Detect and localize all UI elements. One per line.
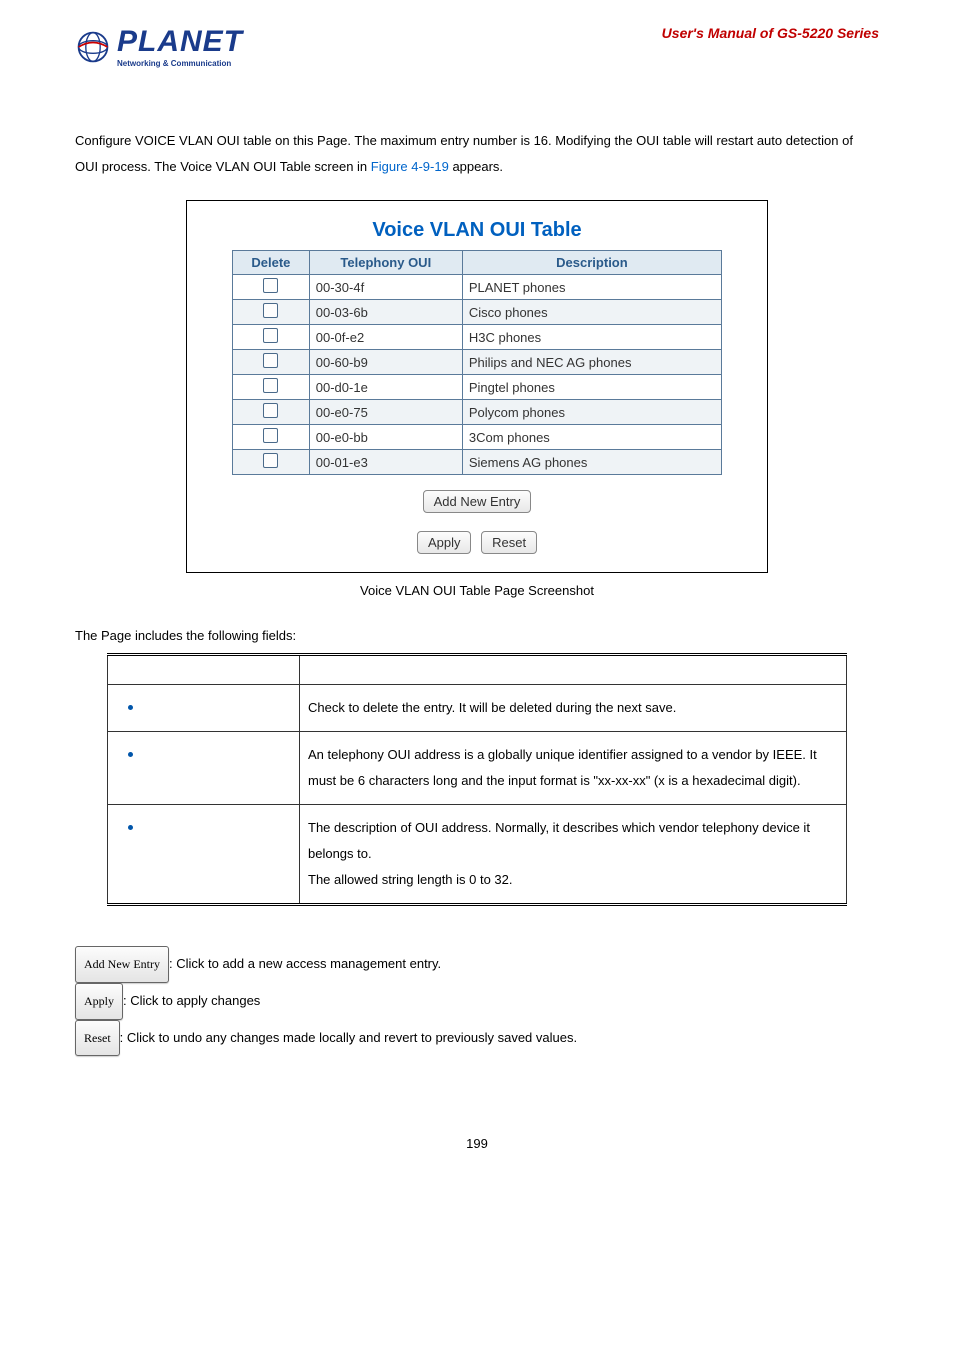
fields-intro: The Page includes the following fields: — [75, 628, 879, 643]
oui-cell: 00-e0-bb — [309, 425, 462, 450]
oui-cell: 00-60-b9 — [309, 350, 462, 375]
col-delete: Delete — [233, 251, 310, 275]
logo: PLANET Networking & Communication — [75, 25, 243, 68]
page-number: 199 — [75, 1136, 879, 1151]
col-desc: Description — [462, 251, 721, 275]
delete-checkbox[interactable] — [263, 428, 278, 443]
desc-cell: 3Com phones — [462, 425, 721, 450]
table-row: The description of OUI address. Normally… — [108, 805, 847, 905]
add-new-entry-inline-button: Add New Entry — [75, 946, 169, 983]
logo-subtitle: Networking & Communication — [117, 59, 243, 68]
manual-title: User's Manual of GS-5220 Series — [662, 25, 879, 41]
fields-table: Check to delete the entry. It will be de… — [107, 653, 847, 906]
delete-checkbox[interactable] — [263, 353, 278, 368]
field-desc: An telephony OUI address is a globally u… — [300, 732, 847, 805]
screenshot-caption: Voice VLAN OUI Table Page Screenshot — [75, 583, 879, 598]
desc-cell: PLANET phones — [462, 275, 721, 300]
oui-table: Delete Telephony OUI Description 00-30-4… — [232, 250, 722, 475]
desc-cell: Philips and NEC AG phones — [462, 350, 721, 375]
desc-cell: Polycom phones — [462, 400, 721, 425]
oui-cell: 00-30-4f — [309, 275, 462, 300]
field-desc: Check to delete the entry. It will be de… — [300, 685, 847, 732]
oui-cell: 00-01-e3 — [309, 450, 462, 475]
table-row: 00-01-e3Siemens AG phones — [233, 450, 722, 475]
page-header: PLANET Networking & Communication User's… — [75, 25, 879, 68]
screenshot-title: Voice VLAN OUI Table — [202, 219, 752, 242]
reset-button[interactable]: Reset — [481, 531, 537, 554]
oui-cell: 00-e0-75 — [309, 400, 462, 425]
button-descriptions: Add New Entry: Click to add a new access… — [75, 946, 879, 1056]
table-row: 00-30-4fPLANET phones — [233, 275, 722, 300]
bullet-icon — [128, 825, 133, 830]
delete-checkbox[interactable] — [263, 378, 278, 393]
table-row: 00-d0-1ePingtel phones — [233, 375, 722, 400]
desc-cell: Pingtel phones — [462, 375, 721, 400]
intro-paragraph: Configure VOICE VLAN OUI table on this P… — [75, 128, 879, 180]
oui-cell: 00-d0-1e — [309, 375, 462, 400]
bullet-icon — [128, 752, 133, 757]
table-row: 00-60-b9Philips and NEC AG phones — [233, 350, 722, 375]
table-row: 00-e0-75Polycom phones — [233, 400, 722, 425]
desc-cell: H3C phones — [462, 325, 721, 350]
desc-cell: Cisco phones — [462, 300, 721, 325]
desc-cell: Siemens AG phones — [462, 450, 721, 475]
planet-globe-icon — [75, 29, 111, 65]
delete-checkbox[interactable] — [263, 453, 278, 468]
add-new-entry-button[interactable]: Add New Entry — [423, 490, 532, 513]
screenshot-container: Voice VLAN OUI Table Delete Telephony OU… — [186, 200, 768, 573]
add-desc: : Click to add a new access management e… — [169, 956, 441, 971]
field-desc: The description of OUI address. Normally… — [300, 805, 847, 905]
delete-checkbox[interactable] — [263, 403, 278, 418]
table-row: 00-e0-bb3Com phones — [233, 425, 722, 450]
logo-text: PLANET — [117, 25, 243, 59]
reset-inline-button: Reset — [75, 1020, 120, 1057]
oui-cell: 00-03-6b — [309, 300, 462, 325]
delete-checkbox[interactable] — [263, 303, 278, 318]
table-row: 00-0f-e2H3C phones — [233, 325, 722, 350]
apply-desc: : Click to apply changes — [123, 993, 260, 1008]
bullet-icon — [128, 705, 133, 710]
delete-checkbox[interactable] — [263, 278, 278, 293]
reset-desc: : Click to undo any changes made locally… — [120, 1029, 577, 1044]
table-row: 00-03-6bCisco phones — [233, 300, 722, 325]
col-oui: Telephony OUI — [309, 251, 462, 275]
figure-reference: Figure 4-9-19 — [371, 159, 449, 174]
oui-cell: 00-0f-e2 — [309, 325, 462, 350]
table-row: An telephony OUI address is a globally u… — [108, 732, 847, 805]
apply-button[interactable]: Apply — [417, 531, 472, 554]
table-row: Check to delete the entry. It will be de… — [108, 685, 847, 732]
delete-checkbox[interactable] — [263, 328, 278, 343]
apply-inline-button: Apply — [75, 983, 123, 1020]
